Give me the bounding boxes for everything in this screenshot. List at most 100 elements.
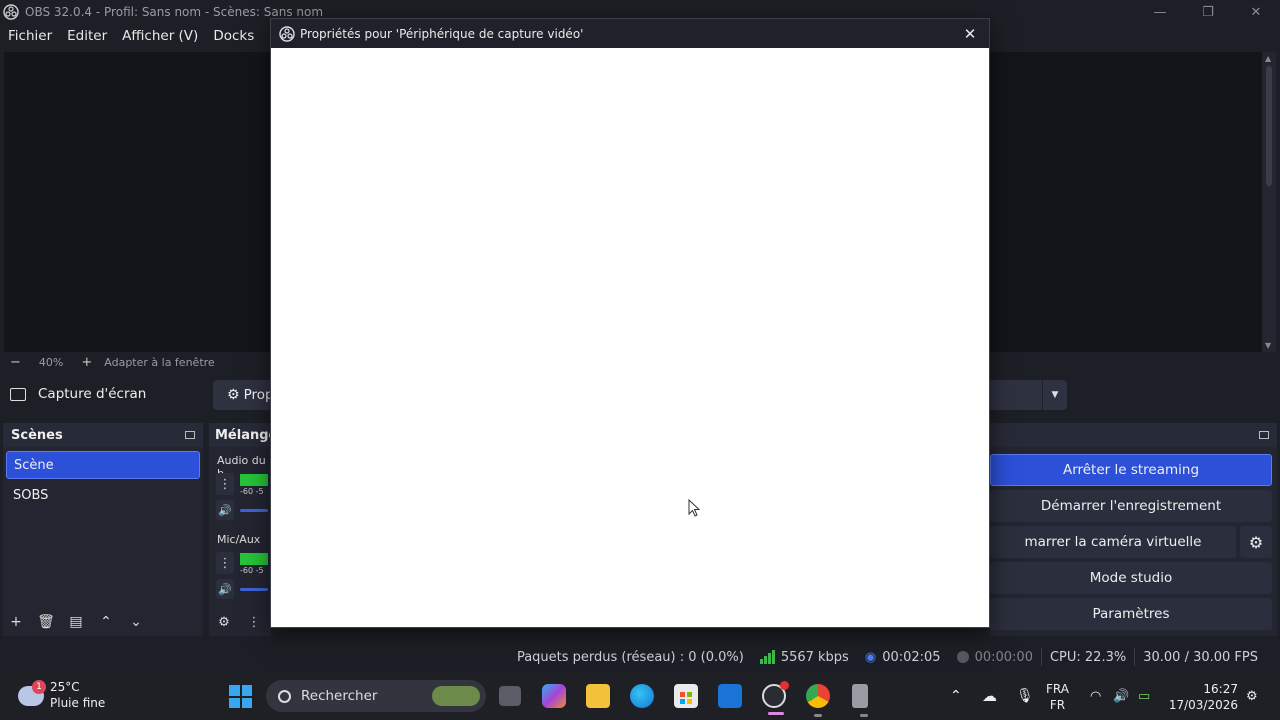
mixer-toolbar: ⚙ ⋮	[209, 608, 271, 636]
windows-taskbar: 1 25°C Pluie fine Rechercher ⌃ ☁ 🎙 FRA F…	[0, 672, 1280, 720]
menu-file[interactable]: Fichier	[0, 28, 59, 44]
window-controls: — ❐ ✕	[1136, 0, 1280, 24]
chevron-down-icon[interactable]: ⌄	[121, 614, 151, 630]
settings-button[interactable]: Paramètres	[990, 598, 1272, 630]
button-label: Démarrer l'enregistrement	[1040, 498, 1222, 514]
close-icon[interactable]: ✕	[1232, 0, 1280, 24]
scenes-list: Scène SOBS	[3, 449, 203, 511]
start-recording-button[interactable]: Démarrer l'enregistrement	[990, 490, 1272, 522]
weather-widget[interactable]: 1 25°C Pluie fine	[18, 678, 118, 714]
bitrate: 5567 kbps	[752, 645, 857, 669]
clock-time: 16:27	[1203, 682, 1238, 696]
undock-icon[interactable]	[185, 431, 195, 439]
scene-item[interactable]: Scène	[6, 451, 200, 479]
chevron-up-icon[interactable]: ⌃	[950, 672, 962, 720]
menu-edit[interactable]: Editer	[59, 28, 114, 44]
notifications-icon[interactable]: ⚙	[1246, 672, 1258, 720]
filter-icon[interactable]: ▤	[61, 614, 91, 630]
channel-menu-icon[interactable]: ⋮	[216, 552, 234, 574]
more-icon[interactable]: ⋮	[239, 615, 269, 630]
menu-view[interactable]: Afficher (V)	[114, 28, 205, 44]
speaker-icon[interactable]: 🔊	[216, 579, 234, 599]
scene-label: Scène	[14, 457, 54, 473]
taskbar-search[interactable]: Rechercher	[266, 680, 486, 712]
onedrive-icon[interactable]: ☁	[982, 672, 997, 720]
obs-logo-icon	[3, 4, 19, 20]
scenes-dock: Scènes Scène SOBS + 🗑 ▤ ⌃ ⌄	[3, 423, 203, 636]
copilot-icon[interactable]	[542, 684, 566, 708]
stop-streaming-button[interactable]: Arrêter le streaming	[990, 454, 1272, 486]
advanced-audio-icon[interactable]: ⚙	[209, 615, 239, 630]
chevron-down-icon[interactable]: ▼	[1043, 380, 1067, 410]
record-time: 00:00:00	[949, 645, 1041, 669]
meter-scale: -60 -5	[240, 487, 264, 496]
volume-slider[interactable]	[240, 588, 268, 591]
scroll-up-icon[interactable]: ▲	[1265, 54, 1271, 63]
zoom-mode-select[interactable]: Adapter à la fenêtre	[104, 356, 214, 369]
scrollbar-thumb[interactable]	[1266, 66, 1272, 186]
outlook-icon[interactable]	[718, 684, 742, 708]
windows-start-icon[interactable]	[229, 685, 252, 708]
temperature: 25°C	[50, 680, 80, 694]
chrome-icon[interactable]	[806, 684, 830, 717]
start-virtual-camera-button[interactable]: marrer la caméra virtuelle	[990, 526, 1236, 558]
channel-name: Mic/Aux	[217, 533, 261, 546]
chevron-up-icon[interactable]: ⌃	[91, 614, 121, 630]
task-view-icon[interactable]	[499, 686, 521, 706]
search-highlight-image	[432, 686, 480, 706]
menu-docks[interactable]: Docks	[205, 28, 261, 44]
speaker-icon[interactable]: 🔊	[1113, 672, 1129, 720]
microphone-icon[interactable]: 🎙	[1016, 672, 1034, 720]
scroll-down-icon[interactable]: ▼	[1265, 341, 1271, 350]
studio-mode-button[interactable]: Mode studio	[990, 562, 1272, 594]
store-logo-icon	[680, 692, 692, 704]
zoom-in-button[interactable]: +	[81, 355, 92, 370]
clock[interactable]: 16:27 17/03/2026	[1168, 681, 1238, 713]
obs-taskbar-icon[interactable]	[762, 681, 789, 715]
file-explorer-icon[interactable]	[586, 684, 610, 708]
search-placeholder: Rechercher	[301, 688, 378, 704]
volume-slider[interactable]	[240, 509, 268, 512]
microphone-app-icon[interactable]	[852, 684, 868, 717]
bitrate-text: 5567 kbps	[780, 649, 849, 665]
button-label: Mode studio	[1089, 570, 1173, 586]
fps-text: 30.00 / 30.00 FPS	[1143, 649, 1258, 665]
cpu-usage: CPU: 22.3%	[1042, 645, 1134, 669]
lang-secondary: FR	[1049, 698, 1066, 712]
undock-icon[interactable]	[1259, 431, 1269, 439]
properties-dialog: Propriétés pour 'Périphérique de capture…	[270, 18, 990, 628]
status-bar: Paquets perdus (réseau) : 0 (0.0%) 5567 …	[0, 645, 1280, 669]
notification-badge: 1	[32, 680, 46, 694]
scene-item[interactable]: SOBS	[6, 481, 200, 509]
stream-time-text: 00:02:05	[882, 649, 941, 665]
scenes-title: Scènes	[11, 427, 63, 443]
volume-meter	[240, 553, 268, 565]
recording-indicator-icon	[780, 681, 789, 690]
close-icon[interactable]: ✕	[959, 23, 981, 45]
menu-bar: Fichier Editer Afficher (V) Docks Pro	[0, 24, 298, 48]
battery-icon[interactable]: ▭	[1138, 672, 1150, 720]
store-icon[interactable]	[674, 684, 698, 708]
broadcast-icon: ◉	[864, 649, 877, 665]
wifi-icon[interactable]: ◠	[1090, 672, 1101, 720]
language-indicator[interactable]: FRA FR	[1046, 681, 1069, 713]
gear-icon: ⚙	[227, 387, 240, 403]
virtual-camera-settings-button[interactable]: ⚙	[1240, 526, 1272, 558]
add-icon[interactable]: +	[1, 614, 31, 630]
stream-time: ◉ 00:02:05	[857, 645, 949, 669]
signal-bars-icon	[759, 650, 775, 664]
dialog-titlebar: Propriétés pour 'Périphérique de capture…	[271, 19, 989, 48]
trash-icon[interactable]: 🗑	[31, 614, 61, 630]
zoom-out-button[interactable]: −	[10, 355, 21, 370]
dropped-frames: Paquets perdus (réseau) : 0 (0.0%)	[509, 645, 752, 669]
speaker-icon[interactable]: 🔊	[216, 500, 234, 520]
preview-scrollbar[interactable]: ▲ ▼	[1262, 52, 1276, 352]
minimize-icon[interactable]: —	[1136, 0, 1184, 24]
mouse-cursor-icon	[688, 499, 700, 517]
channel-menu-icon[interactable]: ⋮	[216, 473, 234, 495]
window-title: OBS 32.0.4 - Profil: Sans nom - Scènes: …	[25, 5, 324, 19]
maximize-icon[interactable]: ❐	[1184, 0, 1232, 24]
dropped-frames-text: Paquets perdus (réseau) : 0 (0.0%)	[516, 649, 744, 665]
edge-icon[interactable]	[630, 684, 654, 708]
monitor-icon	[10, 387, 26, 401]
